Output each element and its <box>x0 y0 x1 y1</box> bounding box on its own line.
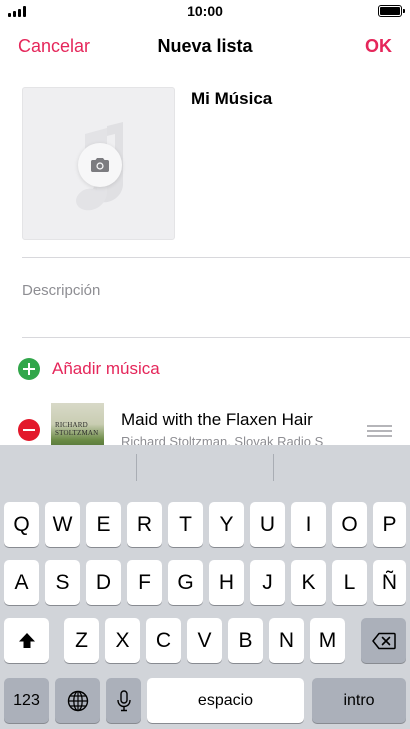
drag-handle-icon[interactable] <box>367 425 392 437</box>
key-h[interactable]: H <box>209 560 244 605</box>
key-n[interactable]: N <box>269 618 304 663</box>
microphone-icon <box>116 689 131 711</box>
divider <box>22 337 410 338</box>
description-field[interactable]: Descripción <box>22 282 100 299</box>
key-f[interactable]: F <box>127 560 162 605</box>
key-i[interactable]: I <box>291 502 326 547</box>
add-icon <box>18 358 40 380</box>
keyboard: Q W E R T Y U I O P A S D F G H J K L Ñ … <box>0 445 410 729</box>
key-e[interactable]: E <box>86 502 121 547</box>
track-title: Maid with the Flaxen Hair <box>121 410 313 429</box>
microphone-key[interactable] <box>106 678 141 723</box>
key-r[interactable]: R <box>127 502 162 547</box>
divider <box>136 454 137 481</box>
globe-key[interactable] <box>55 678 100 723</box>
key-y[interactable]: Y <box>209 502 244 547</box>
divider <box>273 454 274 481</box>
delete-icon <box>371 632 396 649</box>
page-title: Nueva lista <box>157 36 253 56</box>
key-s[interactable]: S <box>45 560 80 605</box>
shift-icon <box>18 632 35 648</box>
status-time: 10:00 <box>187 3 223 19</box>
return-key[interactable]: intro <box>312 678 406 723</box>
key-m[interactable]: M <box>310 618 345 663</box>
space-key[interactable]: espacio <box>147 678 304 723</box>
suggestion-bar <box>0 445 410 490</box>
playlist-artwork-picker[interactable] <box>22 87 175 240</box>
camera-icon <box>91 158 109 172</box>
key-a[interactable]: A <box>4 560 39 605</box>
key-p[interactable]: P <box>373 502 406 547</box>
album-art-text: RICHARD <box>55 421 88 429</box>
key-w[interactable]: W <box>45 502 80 547</box>
key-u[interactable]: U <box>250 502 285 547</box>
add-music-label: Añadir música <box>52 359 160 378</box>
key-n-tilde[interactable]: Ñ <box>373 560 406 605</box>
key-o[interactable]: O <box>332 502 367 547</box>
shift-key[interactable] <box>4 618 49 663</box>
key-t[interactable]: T <box>168 502 203 547</box>
remove-icon[interactable] <box>18 419 40 441</box>
key-k[interactable]: K <box>291 560 326 605</box>
numbers-key[interactable]: 123 <box>4 678 49 723</box>
key-b[interactable]: B <box>228 618 263 663</box>
key-l[interactable]: L <box>332 560 367 605</box>
battery-icon <box>378 5 405 17</box>
ok-button[interactable]: OK <box>365 36 392 57</box>
divider <box>22 257 410 258</box>
key-q[interactable]: Q <box>4 502 39 547</box>
key-x[interactable]: X <box>105 618 140 663</box>
album-art-text: STOLTZMAN <box>55 429 99 437</box>
key-j[interactable]: J <box>250 560 285 605</box>
key-c[interactable]: C <box>146 618 181 663</box>
key-d[interactable]: D <box>86 560 121 605</box>
track-row[interactable]: RICHARD STOLTZMAN Maid with the Flaxen H… <box>0 400 410 445</box>
playlist-name-field[interactable]: Mi Música <box>191 89 272 109</box>
navigation-bar: Cancelar Nueva lista OK <box>0 28 410 64</box>
album-artwork: RICHARD STOLTZMAN <box>51 403 104 445</box>
key-g[interactable]: G <box>168 560 203 605</box>
track-artist: Richard Stoltzman, Slovak Radio S <box>121 434 324 445</box>
add-music-button[interactable]: Añadir música <box>0 352 410 386</box>
camera-button[interactable] <box>78 143 122 187</box>
globe-icon <box>67 690 88 711</box>
delete-key[interactable] <box>361 618 406 663</box>
status-bar: 10:00 <box>0 0 410 22</box>
key-v[interactable]: V <box>187 618 222 663</box>
key-z[interactable]: Z <box>64 618 99 663</box>
